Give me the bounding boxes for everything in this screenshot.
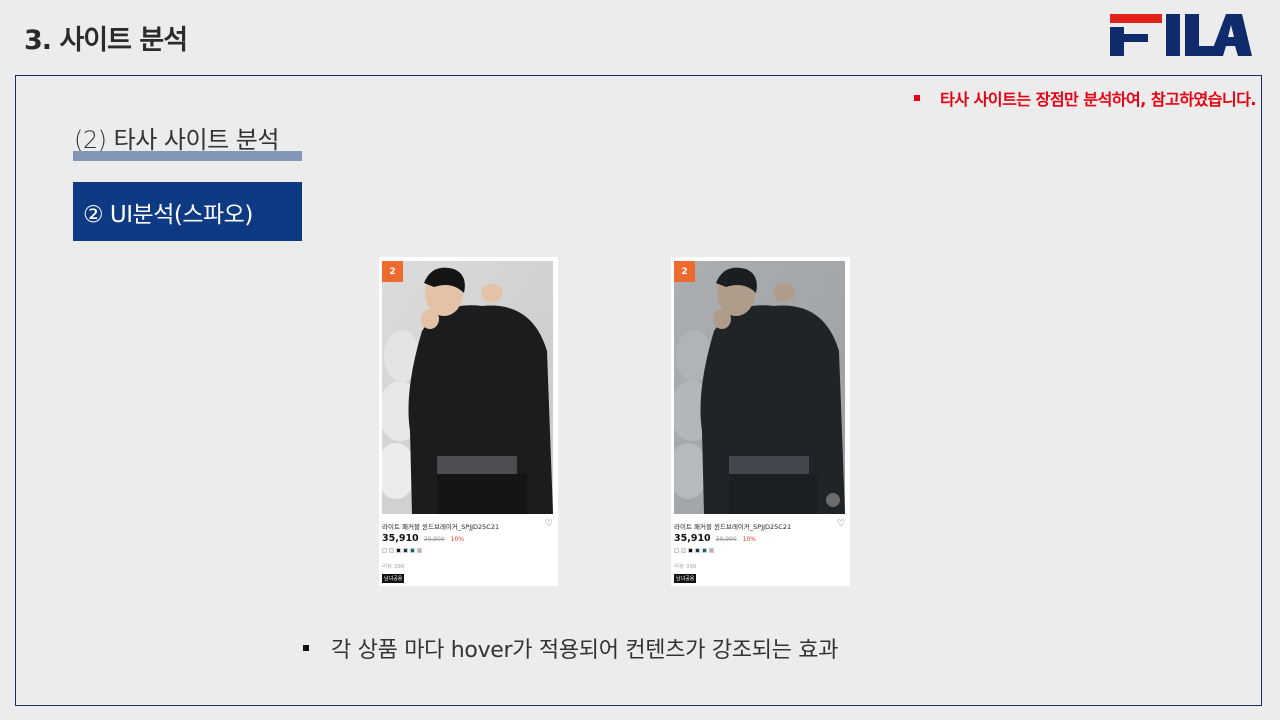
section-underline [73,151,302,161]
product-photo[interactable] [382,261,553,514]
slide-title: 3. 사이트 분석 [24,25,188,56]
heart-icon[interactable]: ♡ [837,519,845,529]
discount-rate: 10% [742,536,757,543]
reference-note: 타사 사이트는 장점만 분석하여, 참고하였습니다. [914,86,1256,110]
swatch[interactable] [681,548,686,553]
discount-rate: 10% [450,536,465,543]
swatch[interactable] [709,548,714,553]
product-name[interactable]: 라이트 패커블 윈드브레이커_SPJJD25C21 [674,521,791,531]
swatch[interactable] [674,548,679,553]
swatch[interactable] [403,548,408,553]
product-photo-hover[interactable] [674,261,845,514]
section-title: (2) 타사 사이트 분석 [74,126,279,154]
product-name[interactable]: 라이트 패커블 윈드브레이커_SPJJD25C21 [382,521,499,531]
swatch[interactable] [410,548,415,553]
content-frame [15,75,1262,706]
swatch[interactable] [382,548,387,553]
swatch[interactable] [417,548,422,553]
hover-description: 각 상품 마다 hover가 적용되어 컨텐츠가 강조되는 효과 [303,632,838,664]
original-price: 39,900 [715,536,737,543]
swatch[interactable] [688,548,693,553]
unisex-tag: 남녀공용 [382,574,405,583]
swatch[interactable] [396,548,401,553]
product-card-default[interactable]: 2 라이트 패커블 윈드브레이커_SPJJD25C21 ♡ 35,910 39,… [379,257,558,586]
sale-price: 35,910 [674,533,711,544]
color-swatches [674,548,714,553]
color-swatches [382,548,422,553]
review-count: 리뷰 398 [382,564,405,570]
reference-note-text: 타사 사이트는 장점만 분석하여, 참고하였습니다. [940,90,1256,109]
sale-price: 35,910 [382,533,419,544]
unisex-tag: 남녀공용 [674,574,697,583]
price-row: 35,910 39,900 10% [674,533,756,544]
swatch[interactable] [389,548,394,553]
hover-description-text: 각 상품 마다 hover가 적용되어 컨텐츠가 강조되는 효과 [331,638,839,663]
swatch[interactable] [695,548,700,553]
heart-icon[interactable]: ♡ [545,519,553,529]
product-card-hover[interactable]: 2 라이트 패커블 윈드브레이커_SPJJD25C21 ♡ 35,910 39,… [671,257,850,586]
price-row: 35,910 39,900 10% [382,533,464,544]
quick-view-icon[interactable] [826,493,840,507]
bullet-square-icon [303,645,309,651]
review-count: 리뷰 398 [674,564,697,570]
rank-badge: 2 [382,261,403,282]
bullet-square-icon [914,95,921,101]
swatch[interactable] [702,548,707,553]
rank-badge: 2 [674,261,695,282]
fila-logo [1110,14,1252,56]
subsection-label: ② UI분석(스파오) [73,182,302,241]
original-price: 39,900 [423,536,445,543]
